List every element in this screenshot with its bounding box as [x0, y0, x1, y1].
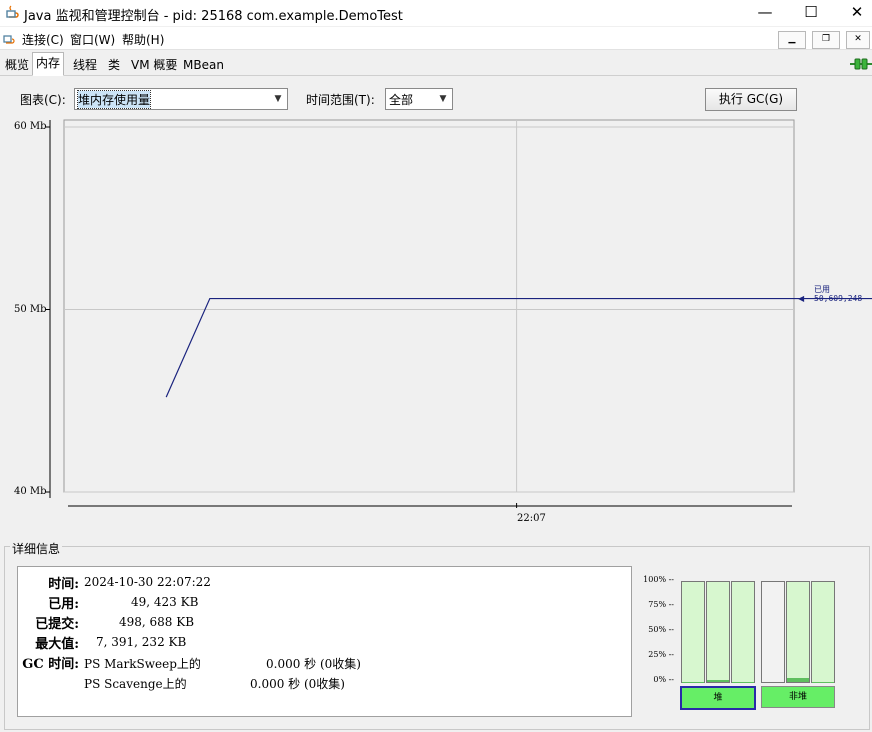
detail-key-gc-time: GC 时间: [22, 657, 79, 672]
x-tick-label: 22:07 [517, 513, 546, 524]
heap-pool-bar-old[interactable] [731, 581, 755, 683]
series-value: 50,609,248 [814, 294, 863, 303]
memory-chart [46, 119, 872, 508]
detail-key-time: 时间: [48, 577, 79, 592]
details-title: 详细信息 [10, 540, 63, 557]
detail-gc-scavenge-time: 0.000 秒 (0收集) [250, 677, 345, 691]
legend-arrow-icon: ◀ [798, 294, 805, 303]
pct-label: 100% -- [643, 575, 674, 584]
detail-value-time: 2024-10-30 22:07:22 [84, 575, 211, 589]
pct-label: 50% -- [648, 625, 674, 634]
pct-label: 0% -- [653, 675, 674, 684]
detail-key-max: 最大值: [35, 637, 79, 652]
detail-gc-marksweep-time: 0.000 秒 (0收集) [266, 657, 361, 671]
nonheap-pool-bar-codecache[interactable] [761, 581, 785, 683]
heap-button[interactable]: 堆 [680, 686, 756, 710]
detail-value-max: 7, 391, 232 KB [96, 635, 187, 649]
detail-key-used: 已用: [48, 597, 79, 612]
nonheap-button[interactable]: 非堆 [761, 686, 835, 708]
nonheap-pool-bar-metaspace[interactable] [786, 581, 810, 683]
detail-gc-marksweep: PS MarkSweep上的 [84, 657, 201, 671]
detail-value-committed: 498, 688 KB [119, 615, 195, 629]
nonheap-pool-bar-classspace[interactable] [811, 581, 835, 683]
pct-label: 25% -- [648, 650, 674, 659]
plot-area [63, 119, 795, 493]
heap-pool-bar-eden[interactable] [681, 581, 705, 683]
detail-gc-scavenge: PS Scavenge上的 [84, 677, 187, 691]
heap-pool-bar-survivor[interactable] [706, 581, 730, 683]
detail-value-used: 49, 423 KB [131, 595, 199, 609]
pct-label: 75% -- [648, 600, 674, 609]
detail-key-committed: 已提交: [35, 617, 79, 632]
